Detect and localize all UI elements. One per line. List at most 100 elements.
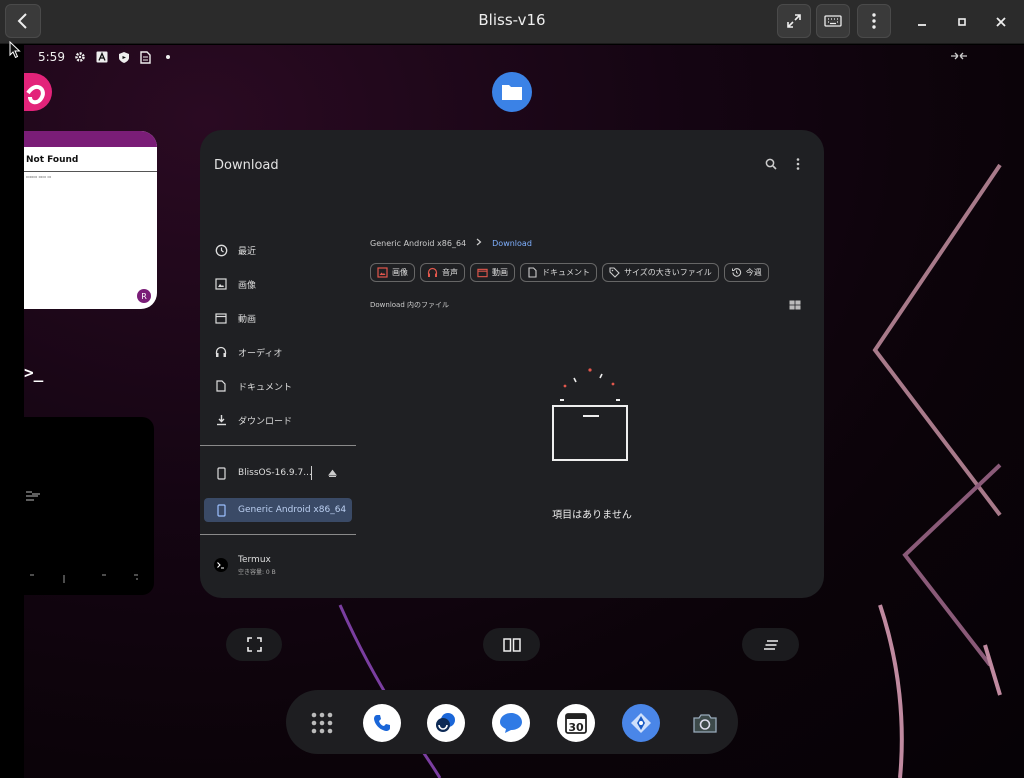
image-icon: [377, 267, 388, 278]
chip-images[interactable]: 画像: [370, 263, 415, 282]
gear-icon: [73, 50, 87, 64]
files-title: Download: [214, 158, 279, 173]
nav-label: 最近: [238, 246, 257, 257]
clear-all-button[interactable]: [742, 628, 799, 661]
fullscreen-corners-icon: [246, 637, 262, 652]
close-icon: [996, 17, 1006, 27]
image-icon: [214, 277, 228, 291]
chip-audio[interactable]: 音声: [420, 263, 465, 282]
nav-images[interactable]: 画像: [214, 273, 256, 295]
breadcrumb-current[interactable]: Download: [492, 239, 532, 248]
chip-label: 音声: [442, 268, 458, 277]
nav-app-termux[interactable]: Termux 空き容量: 0 B: [214, 551, 276, 579]
nav-audio[interactable]: オーディオ: [214, 341, 282, 363]
dock-camera[interactable]: [686, 704, 724, 742]
rotate-icon: [950, 50, 968, 64]
calendar-icon: 30: [565, 713, 587, 734]
folder-icon: [502, 85, 522, 100]
sim-icon: [139, 50, 153, 64]
dot-icon: [161, 50, 175, 64]
status-bar: 5:59: [24, 45, 175, 69]
nav-documents[interactable]: ドキュメント: [214, 375, 292, 397]
eject-button[interactable]: [324, 465, 340, 481]
app-drawer-button[interactable]: [303, 704, 341, 742]
back-button[interactable]: [5, 4, 41, 38]
a-icon: [95, 50, 109, 64]
nav-storage-generic[interactable]: Generic Android x86_64: [214, 499, 346, 521]
nav-label: 画像: [238, 280, 257, 291]
chip-videos[interactable]: 動画: [470, 263, 515, 282]
dock-maps[interactable]: [622, 704, 660, 742]
grid-view-icon[interactable]: [789, 300, 801, 310]
camera-icon: [693, 714, 717, 733]
keyboard-button[interactable]: [816, 4, 850, 38]
dock-calendar[interactable]: 30: [557, 704, 595, 742]
terminal-icon[interactable]: >_: [24, 363, 43, 382]
nav-label: BlissOS-16.9.7...: [238, 468, 312, 478]
more-vertical-icon: [796, 158, 800, 170]
nav-label: ダウンロード: [238, 416, 293, 427]
window-menu-button[interactable]: [857, 4, 891, 38]
split-screen-button[interactable]: [483, 628, 540, 661]
nav-storage-blissos[interactable]: BlissOS-16.9.7...: [214, 462, 312, 484]
nav-label: 動画: [238, 314, 257, 325]
window-titlebar: Bliss-v16: [0, 0, 1024, 44]
freeform-button[interactable]: [226, 628, 282, 661]
nav-recent[interactable]: 最近: [214, 239, 256, 261]
nav-downloads[interactable]: ダウンロード: [214, 409, 292, 431]
nav-videos[interactable]: 動画: [214, 307, 256, 329]
breadcrumb: Generic Android x86_64 Download: [370, 238, 532, 248]
expand-icon: [787, 14, 801, 28]
more-vertical-icon: [872, 13, 876, 29]
card-toolbar: [24, 131, 157, 147]
recents-card-browser[interactable]: Not Found ▭▭▭ ▭▭ ▭ R: [24, 131, 157, 309]
clock-icon: [214, 243, 228, 257]
maps-icon: [631, 713, 651, 733]
status-time: 5:59: [38, 50, 65, 64]
chip-label: 動画: [492, 268, 508, 277]
chip-documents[interactable]: ドキュメント: [520, 263, 597, 282]
nav-label: オーディオ: [238, 348, 283, 359]
nav-label: ドキュメント: [238, 382, 293, 393]
files-menu-button[interactable]: [790, 156, 806, 172]
recents-card-terminal[interactable]: [24, 417, 154, 595]
chip-label: 画像: [392, 268, 408, 277]
close-button[interactable]: [990, 11, 1012, 33]
chevron-right-icon: [476, 238, 482, 248]
chip-label: ドキュメント: [542, 268, 590, 277]
empty-state-sparkle: [560, 368, 620, 401]
phone-icon: [374, 715, 390, 731]
empty-state-text: 項目はありません: [552, 510, 632, 521]
files-app-icon[interactable]: [492, 72, 532, 112]
dock-chat[interactable]: [427, 704, 465, 742]
minimize-button[interactable]: [911, 11, 933, 33]
history-icon: [731, 267, 742, 278]
keyboard-icon: [824, 15, 842, 27]
tag-icon: [609, 267, 620, 278]
search-button[interactable]: [763, 156, 779, 172]
maximize-button[interactable]: [951, 11, 973, 33]
dock: 30: [286, 690, 738, 754]
terminal-preview: [26, 491, 138, 583]
empty-box-icon: [552, 405, 628, 461]
phone-icon: [214, 503, 228, 517]
left-edge: [0, 45, 24, 778]
fullscreen-button[interactable]: [777, 4, 811, 38]
dock-messages[interactable]: [492, 704, 530, 742]
nav-divider: [200, 445, 356, 446]
chip-label: サイズの大きいファイル: [624, 268, 712, 277]
video-icon: [214, 311, 228, 325]
chat-icon: [436, 713, 455, 732]
eject-icon: [327, 469, 337, 477]
chip-large-files[interactable]: サイズの大きいファイル: [602, 263, 719, 282]
section-label: Download 内のファイル: [370, 301, 450, 309]
maximize-icon: [958, 18, 966, 26]
calendar-day: 30: [568, 721, 584, 734]
chip-this-week[interactable]: 今週: [723, 263, 769, 282]
nav-label: Termux: [238, 554, 271, 565]
video-icon: [477, 267, 488, 278]
document-icon: [527, 267, 538, 278]
dock-phone[interactable]: [363, 704, 401, 742]
breadcrumb-root[interactable]: Generic Android x86_64: [370, 239, 466, 248]
split-screen-icon: [502, 637, 521, 652]
